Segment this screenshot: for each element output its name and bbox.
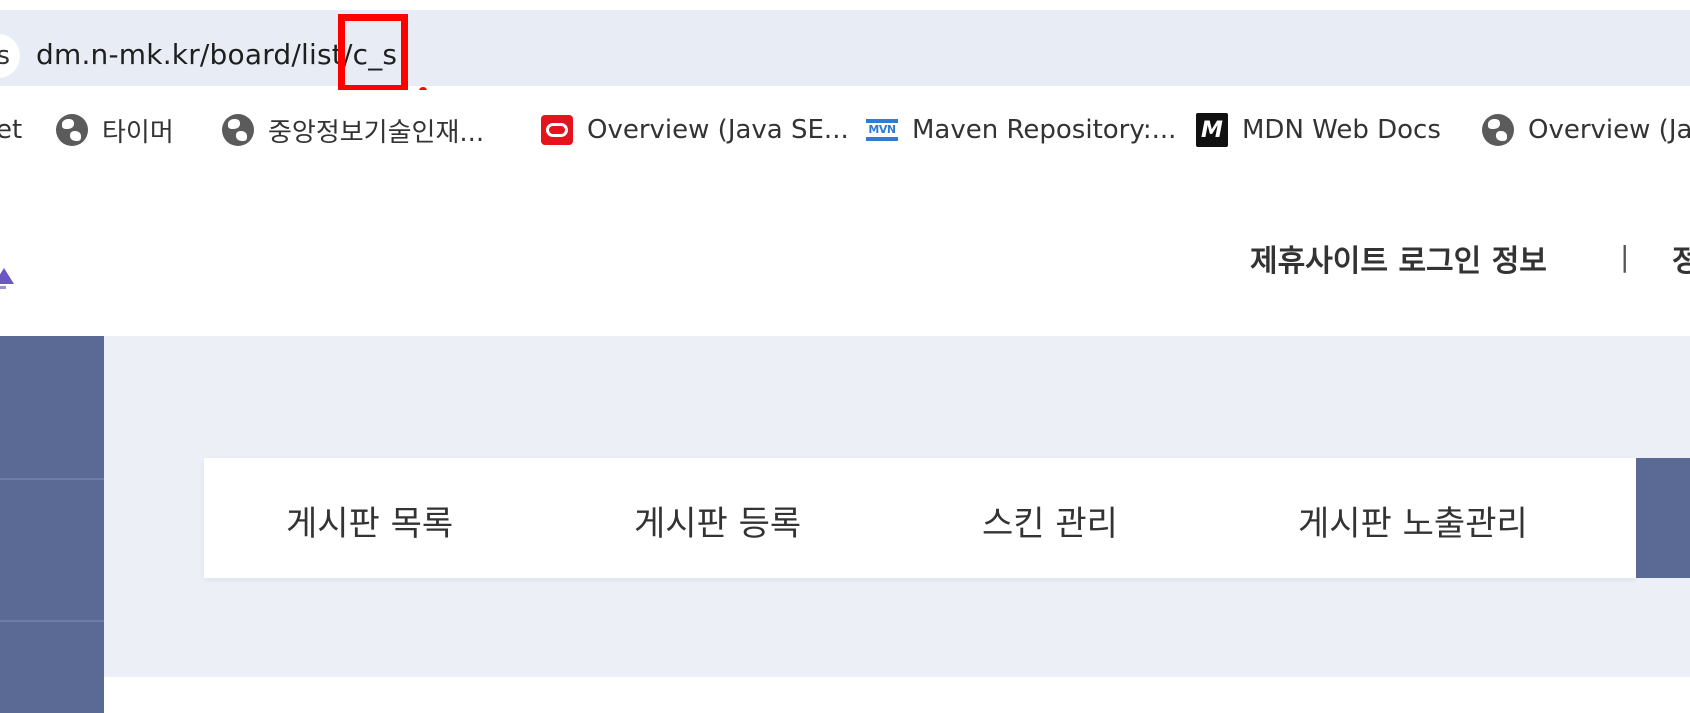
bookmark-label: et — [0, 115, 23, 145]
bookmark-item[interactable]: M MDN Web Docs — [1196, 112, 1441, 148]
bookmark-label: Overview (Jak — [1528, 115, 1690, 145]
bookmark-label: MDN Web Docs — [1242, 115, 1441, 145]
globe-icon — [1482, 114, 1514, 146]
maven-icon: MVN — [866, 114, 898, 146]
bookmark-item[interactable]: Overview (Jak — [1482, 112, 1690, 148]
site-info-icon[interactable]: s — [0, 34, 20, 78]
board-tab-bar: 게시판 목록 게시판 등록 스킨 관리 게시판 노출관리 — [204, 458, 1636, 578]
tab-board-exposure[interactable]: 게시판 노출관리 — [1298, 496, 1528, 545]
bookmark-item[interactable]: 타이머 — [56, 112, 174, 148]
sidebar-divider — [0, 620, 104, 622]
header-link-cut[interactable]: 정 — [1672, 236, 1690, 280]
sidebar-divider — [0, 478, 104, 480]
content-lower-area — [104, 677, 1690, 713]
bookmark-item[interactable]: MVN Maven Repository:... — [866, 112, 1176, 148]
url-highlight-box — [338, 14, 408, 92]
tab-board-list[interactable]: 게시판 목록 — [286, 496, 453, 545]
bookmark-label: 중앙정보기술인재... — [268, 117, 485, 148]
globe-icon — [56, 114, 88, 146]
site-logo[interactable] — [0, 268, 14, 292]
bookmark-item[interactable]: Overview (Java SE... — [541, 112, 849, 148]
mdn-icon: M — [1196, 113, 1228, 147]
tab-board-register[interactable]: 게시판 등록 — [634, 496, 801, 545]
bookmark-label: Maven Repository:... — [912, 115, 1177, 145]
partner-login-link[interactable]: 제휴사이트 로그인 정보 — [1250, 236, 1547, 280]
site-info-glyph: s — [0, 41, 10, 71]
address-bar[interactable]: s dm.n-mk.kr/board/list/c_s — [0, 10, 1690, 86]
oracle-icon — [541, 114, 573, 146]
header-separator: | — [1620, 240, 1630, 273]
left-sidebar — [0, 336, 104, 713]
bookmark-item[interactable]: 중앙정보기술인재... — [222, 112, 484, 148]
globe-icon — [222, 114, 254, 146]
maven-icon-text: MVN — [868, 123, 896, 136]
tab-active-indicator[interactable] — [1636, 458, 1690, 578]
bookmark-item[interactable]: et — [0, 112, 22, 148]
browser-toolbar: s dm.n-mk.kr/board/list/c_s — [0, 0, 1690, 95]
bookmark-label: 타이머 — [102, 117, 174, 148]
tab-skin-manage[interactable]: 스킨 관리 — [982, 496, 1118, 545]
bookmark-label: Overview (Java SE... — [587, 115, 849, 145]
